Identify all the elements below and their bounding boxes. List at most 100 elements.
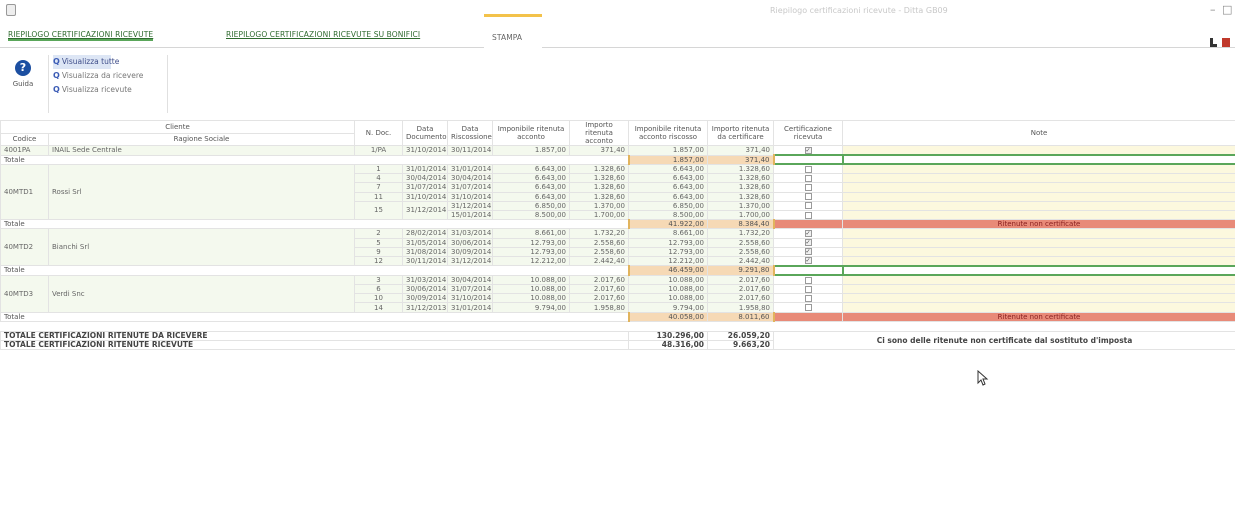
tab-riepilogo-ricevute[interactable]: RIEPILOGO CERTIFICAZIONI RICEVUTE — [8, 30, 154, 41]
cell-ragione-sociale[interactable]: Rossi Srl — [47, 163, 356, 221]
checkbox[interactable] — [804, 183, 812, 191]
cell-note[interactable] — [842, 246, 1235, 257]
cell-imponibile-riscosso[interactable]: 12.793,00 — [628, 237, 709, 248]
cell-importo-ritenuta[interactable]: 2.558,60 — [569, 237, 630, 248]
checkbox[interactable]: ✓ — [804, 248, 812, 256]
cell-imponibile[interactable]: 6.643,00 — [492, 191, 571, 202]
cell-note[interactable] — [842, 284, 1235, 295]
cell-data-riscossione[interactable]: 30/04/2014 — [447, 173, 494, 184]
cell-note[interactable] — [842, 274, 1235, 286]
checkbox[interactable]: ✓ — [804, 229, 812, 237]
table-row[interactable]: 4001PA INAIL Sede Centrale 1/PA 31/10/2014 3… — [0, 145, 1235, 156]
cell-note[interactable] — [842, 182, 1235, 193]
cell-certificazione[interactable]: ✓ — [773, 246, 844, 257]
cell-n-doc[interactable]: 14 — [354, 302, 404, 313]
cell-n-doc[interactable]: 7 — [354, 182, 404, 193]
cell-certificazione[interactable] — [773, 200, 844, 211]
cell-n-doc[interactable]: 15 — [354, 200, 404, 221]
cell-n-doc[interactable]: 1/PA — [354, 145, 404, 156]
cell-importo-ritenuta[interactable]: 1.732,20 — [569, 228, 630, 239]
table-row[interactable]: 40MTD2 Bianchi Srl 2 28/02/2014 31/03/2014 8.… — [0, 228, 1235, 267]
cell-imponibile-riscosso[interactable]: 6.850,00 — [628, 200, 709, 211]
header-certificazione[interactable]: Certificazione ricevuta — [773, 120, 844, 146]
cell-importo-certificare[interactable]: 1.700,00 — [707, 209, 775, 221]
cell-data-documento[interactable]: 30/06/2014 — [402, 284, 449, 295]
cell-data-riscossione[interactable]: 31/03/2014 — [447, 228, 494, 239]
cell-importo-certificare[interactable]: 2.017,60 — [707, 293, 775, 304]
cell-imponibile[interactable]: 1.857,00 — [492, 145, 571, 156]
cell-data-documento[interactable]: 31/10/2014 — [402, 191, 449, 202]
tab-stampa[interactable]: STAMPA — [484, 14, 542, 48]
cell-note[interactable] — [842, 191, 1235, 202]
checkbox[interactable]: ✓ — [804, 239, 812, 247]
header-importo-ritenuta[interactable]: Importo ritenuta acconto — [569, 120, 630, 146]
minimize-button[interactable]: – — [1210, 3, 1216, 16]
cell-imponibile-riscosso[interactable]: 6.643,00 — [628, 182, 709, 193]
table-row[interactable]: 40MTD3 Verdi Snc 3 31/03/2014 30/04/2014 10.0… — [0, 274, 1235, 313]
cell-data-documento[interactable]: 30/04/2014 — [402, 173, 449, 184]
cell-imponibile[interactable]: 12.793,00 — [492, 237, 571, 248]
cell-imponibile-riscosso[interactable]: 9.794,00 — [628, 302, 709, 313]
cell-codice[interactable]: 40MTD1 — [0, 163, 49, 221]
view-to-receive-button[interactable]: Q Visualizza da ricevere — [53, 69, 167, 83]
cell-imponibile[interactable]: 6.850,00 — [492, 200, 571, 211]
cell-note[interactable] — [842, 173, 1235, 184]
cell-n-doc[interactable]: 3 — [354, 274, 404, 286]
cell-imponibile[interactable]: 6.643,00 — [492, 182, 571, 193]
cell-imponibile-riscosso[interactable]: 12.212,00 — [628, 255, 709, 267]
cell-importo-certificare[interactable]: 1.328,60 — [707, 173, 775, 184]
cell-ragione-sociale[interactable]: Bianchi Srl — [47, 228, 356, 267]
cell-data-riscossione[interactable]: 15/01/2014 — [447, 209, 494, 221]
cell-imponibile[interactable]: 12.793,00 — [492, 246, 571, 257]
cell-certificazione[interactable] — [773, 293, 844, 304]
cell-note[interactable] — [842, 200, 1235, 211]
view-received-button[interactable]: Q Visualizza ricevute — [53, 83, 167, 97]
cell-data-riscossione[interactable]: 31/10/2014 — [447, 293, 494, 304]
cell-importo-certificare[interactable]: 2.442,40 — [707, 255, 775, 267]
cell-data-documento[interactable]: 31/12/2013 — [402, 302, 449, 313]
header-importo-certificare[interactable]: Importo ritenuta da certificare — [707, 120, 775, 146]
cell-data-riscossione[interactable]: 31/10/2014 — [447, 191, 494, 202]
header-imponibile-riscosso[interactable]: Imponibile ritenuta acconto riscosso — [628, 120, 709, 146]
cell-data-documento[interactable]: 30/11/2014 — [402, 255, 449, 267]
header-imponibile[interactable]: Imponibile ritenuta acconto — [492, 120, 571, 146]
header-n-doc[interactable]: N. Doc. — [354, 120, 404, 146]
cell-note[interactable] — [842, 237, 1235, 248]
cell-importo-ritenuta[interactable]: 371,40 — [569, 145, 630, 156]
cell-imponibile-riscosso[interactable]: 1.857,00 — [628, 145, 709, 156]
help-button[interactable]: ? Guida — [8, 52, 38, 102]
cell-imponibile[interactable]: 10.088,00 — [492, 274, 571, 286]
cell-data-documento[interactable]: 31/07/2014 — [402, 182, 449, 193]
cell-n-doc[interactable]: 10 — [354, 293, 404, 304]
cell-ragione-sociale[interactable]: Verdi Snc — [47, 274, 356, 313]
checkbox[interactable]: ✓ — [804, 146, 812, 154]
tab-riepilogo-bonifici[interactable]: RIEPILOGO CERTIFICAZIONI RICEVUTE SU BON… — [226, 30, 420, 39]
cell-data-documento[interactable]: 31/08/2014 — [402, 246, 449, 257]
cell-n-doc[interactable]: 6 — [354, 284, 404, 295]
cell-certificazione[interactable]: ✓ — [773, 228, 844, 239]
cell-certificazione[interactable] — [773, 209, 844, 221]
cell-data-documento[interactable]: 31/03/2014 — [402, 274, 449, 286]
cell-imponibile-riscosso[interactable]: 6.643,00 — [628, 191, 709, 202]
cell-importo-ritenuta[interactable]: 2.558,60 — [569, 246, 630, 257]
cell-certificazione[interactable]: ✓ — [773, 255, 844, 267]
cell-data-documento[interactable]: 28/02/2014 — [402, 228, 449, 239]
checkbox[interactable] — [804, 165, 812, 173]
cell-codice[interactable]: 4001PA — [0, 145, 49, 156]
cell-data-riscossione[interactable]: 31/12/2014 — [447, 200, 494, 211]
checkbox[interactable] — [804, 304, 812, 312]
header-ragione-sociale[interactable]: Ragione Sociale — [47, 132, 356, 146]
cell-importo-certificare[interactable]: 2.558,60 — [707, 246, 775, 257]
cell-codice[interactable]: 40MTD3 — [0, 274, 49, 313]
cell-n-doc[interactable]: 1 — [354, 163, 404, 175]
header-data-riscossione[interactable]: Data Riscossione — [447, 120, 494, 146]
cell-importo-certificare[interactable]: 1.328,60 — [707, 163, 775, 175]
cell-note[interactable] — [842, 209, 1235, 221]
header-note[interactable]: Note — [842, 120, 1235, 146]
cell-importo-certificare[interactable]: 1.958,80 — [707, 302, 775, 313]
cell-imponibile[interactable]: 6.643,00 — [492, 163, 571, 175]
cell-importo-ritenuta[interactable]: 2.017,60 — [569, 293, 630, 304]
checkbox[interactable] — [804, 276, 812, 284]
cell-imponibile-riscosso[interactable]: 12.793,00 — [628, 246, 709, 257]
cell-imponibile[interactable]: 8.661,00 — [492, 228, 571, 239]
